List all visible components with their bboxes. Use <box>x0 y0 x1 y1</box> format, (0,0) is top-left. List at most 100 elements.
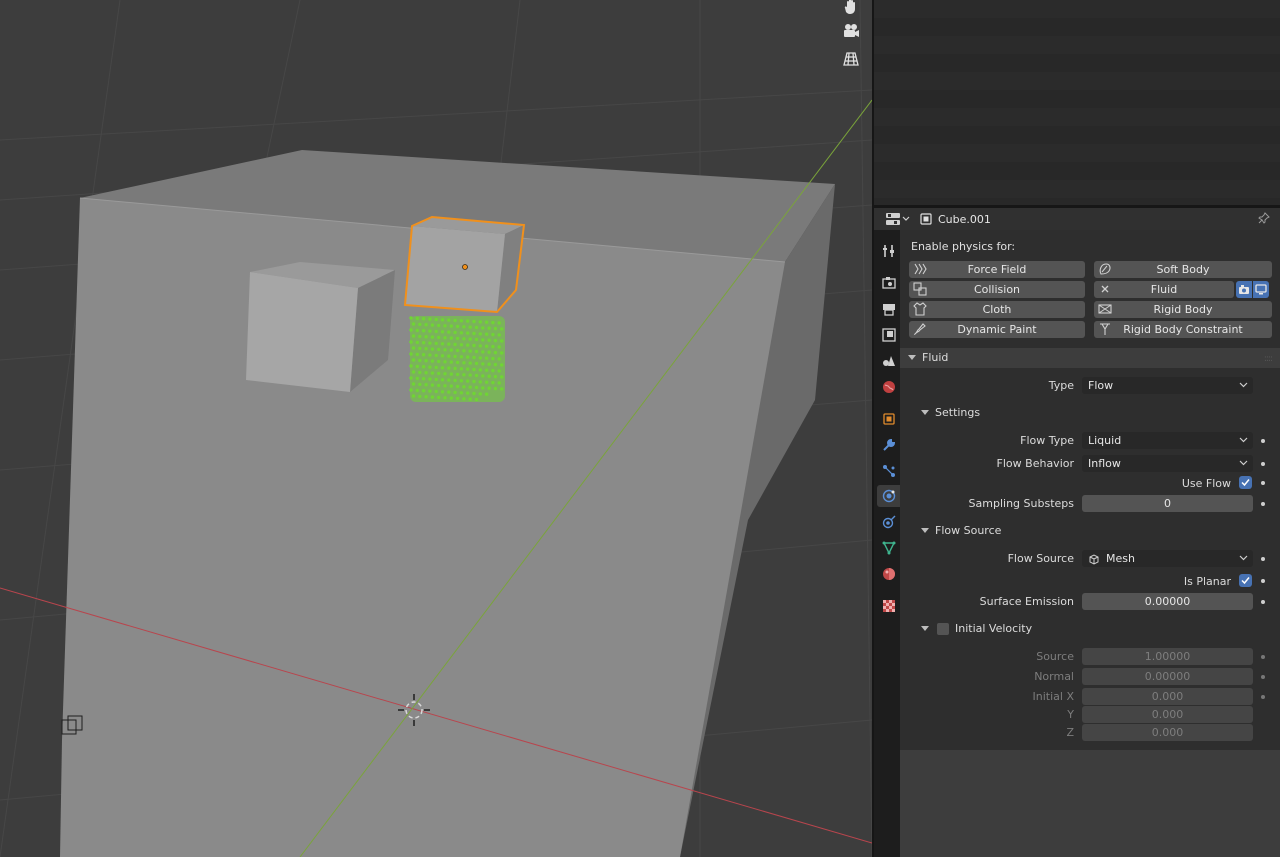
cloth-button[interactable]: Cloth <box>909 301 1085 318</box>
type-dropdown[interactable]: Flow <box>1082 377 1253 394</box>
fluid-particle <box>447 342 451 346</box>
outliner-panel[interactable] <box>872 0 1280 205</box>
fluid-particle <box>424 395 428 399</box>
obstacle-cube-front[interactable] <box>246 272 358 392</box>
world-icon <box>883 381 895 393</box>
render-toggle[interactable] <box>1236 281 1252 298</box>
fluid-particle <box>478 380 482 384</box>
fluid-particle <box>459 355 464 359</box>
object-icon <box>920 213 932 225</box>
rigid-body-button[interactable]: Rigid Body <box>1094 301 1272 318</box>
fluid-particle <box>493 326 498 331</box>
fluid-particle <box>411 358 416 362</box>
keyframe-dot[interactable] <box>1261 655 1265 659</box>
y-label: Y <box>1067 708 1074 721</box>
keyframe-dot[interactable] <box>1261 557 1265 561</box>
rigid-body-constraint-button[interactable]: Rigid Body Constraint <box>1094 321 1272 338</box>
fluid-particle <box>418 346 422 351</box>
fluid-panel-header[interactable]: Fluid <box>908 351 948 364</box>
surface-emission-label: Surface Emission <box>979 595 1074 608</box>
fluid-particle <box>411 334 416 338</box>
fluid-particle <box>418 382 422 387</box>
fluid-particle <box>443 348 447 352</box>
surface-emission-field[interactable]: 0.00000 <box>1082 593 1253 610</box>
fluid-particle <box>497 357 501 361</box>
fluid-particle <box>474 349 479 354</box>
fluid-particle <box>449 324 453 328</box>
tab-world[interactable] <box>877 376 901 398</box>
initial-velocity-checkbox[interactable] <box>937 622 949 635</box>
3d-viewport[interactable] <box>0 0 872 857</box>
initial-y-field[interactable]: 0.000 <box>1082 706 1253 723</box>
tab-scene[interactable] <box>877 350 901 372</box>
tab-tool[interactable] <box>877 240 901 262</box>
fluid-particle <box>449 372 453 376</box>
keyframe-dot[interactable] <box>1261 462 1265 466</box>
keyframe-dot[interactable] <box>1261 695 1265 699</box>
monitor-icon <box>1255 284 1267 295</box>
camera-icon[interactable] <box>838 19 864 43</box>
tab-view-layer[interactable] <box>877 324 901 346</box>
fluid-particle <box>447 366 451 370</box>
tab-data[interactable] <box>877 537 901 559</box>
keyframe-dot[interactable] <box>1261 502 1265 506</box>
close-icon[interactable] <box>1098 282 1112 296</box>
sampling-substeps-field[interactable]: 0 <box>1082 495 1253 512</box>
fluid-particle <box>418 322 422 327</box>
tab-modifiers[interactable] <box>877 434 901 456</box>
keyframe-dot[interactable] <box>1261 600 1265 604</box>
dynamic-paint-button[interactable]: Dynamic Paint <box>909 321 1085 338</box>
fluid-particle <box>409 328 413 332</box>
tab-object[interactable] <box>877 408 901 430</box>
is-planar-checkbox[interactable] <box>1239 574 1252 587</box>
fluid-particle <box>459 367 464 371</box>
keyframe-dot[interactable] <box>1261 481 1265 485</box>
fluid-particle <box>424 359 428 363</box>
tab-output[interactable] <box>877 298 901 320</box>
force-field-button[interactable]: Force Field <box>909 261 1085 278</box>
fluid-particle <box>462 385 466 389</box>
tab-material[interactable] <box>877 563 901 585</box>
fluid-particle <box>437 347 441 352</box>
flow-behavior-dropdown[interactable]: Inflow <box>1082 455 1253 472</box>
flow-type-dropdown[interactable]: Liquid <box>1082 432 1253 449</box>
camera-render-icon <box>1239 285 1249 294</box>
mesh-icon <box>1089 553 1099 565</box>
tab-physics[interactable] <box>877 485 901 507</box>
grid-icon[interactable] <box>838 47 864 71</box>
keyframe-dot[interactable] <box>1261 579 1265 583</box>
settings-subpanel-header[interactable]: Settings <box>921 406 980 419</box>
initial-z-field[interactable]: 0.000 <box>1082 724 1253 741</box>
initial-x-field[interactable]: 0.000 <box>1082 688 1253 705</box>
fluid-particle <box>497 381 501 385</box>
fluid-particle <box>443 360 447 364</box>
source-field[interactable]: 1.00000 <box>1082 648 1253 665</box>
chevron-down-icon <box>1239 382 1248 388</box>
use-flow-checkbox[interactable] <box>1239 476 1252 489</box>
flow-source-subpanel-header[interactable]: Flow Source <box>921 524 1001 537</box>
pin-icon[interactable] <box>1258 212 1270 227</box>
fluid-particle <box>437 335 441 340</box>
soft-body-button[interactable]: Soft Body <box>1094 261 1272 278</box>
tab-render[interactable] <box>877 272 901 294</box>
normal-field[interactable]: 0.00000 <box>1082 668 1253 685</box>
viewport-toggle[interactable] <box>1253 281 1269 298</box>
keyframe-dot[interactable] <box>1261 675 1265 679</box>
flow-source-dropdown[interactable]: Mesh <box>1082 550 1253 567</box>
editor-type-button[interactable] <box>886 213 910 225</box>
fluid-particle <box>474 385 479 390</box>
collision-button[interactable]: Collision <box>909 281 1085 298</box>
fluid-particle <box>453 318 457 323</box>
tab-constraints[interactable] <box>877 511 901 533</box>
flow-cube-selected[interactable] <box>403 215 526 314</box>
fluid-particle <box>449 396 453 400</box>
fluid-particle <box>459 379 464 383</box>
tab-particles[interactable] <box>877 460 901 482</box>
initial-velocity-subpanel-header[interactable]: Initial Velocity <box>921 622 1032 635</box>
keyframe-dot[interactable] <box>1261 439 1265 443</box>
fluid-particle <box>500 375 504 379</box>
fluid-button[interactable]: Fluid <box>1094 281 1234 298</box>
fluid-particle <box>462 349 466 353</box>
drag-handle-icon[interactable]: :::: <box>1264 354 1273 364</box>
tab-texture[interactable] <box>877 595 901 617</box>
